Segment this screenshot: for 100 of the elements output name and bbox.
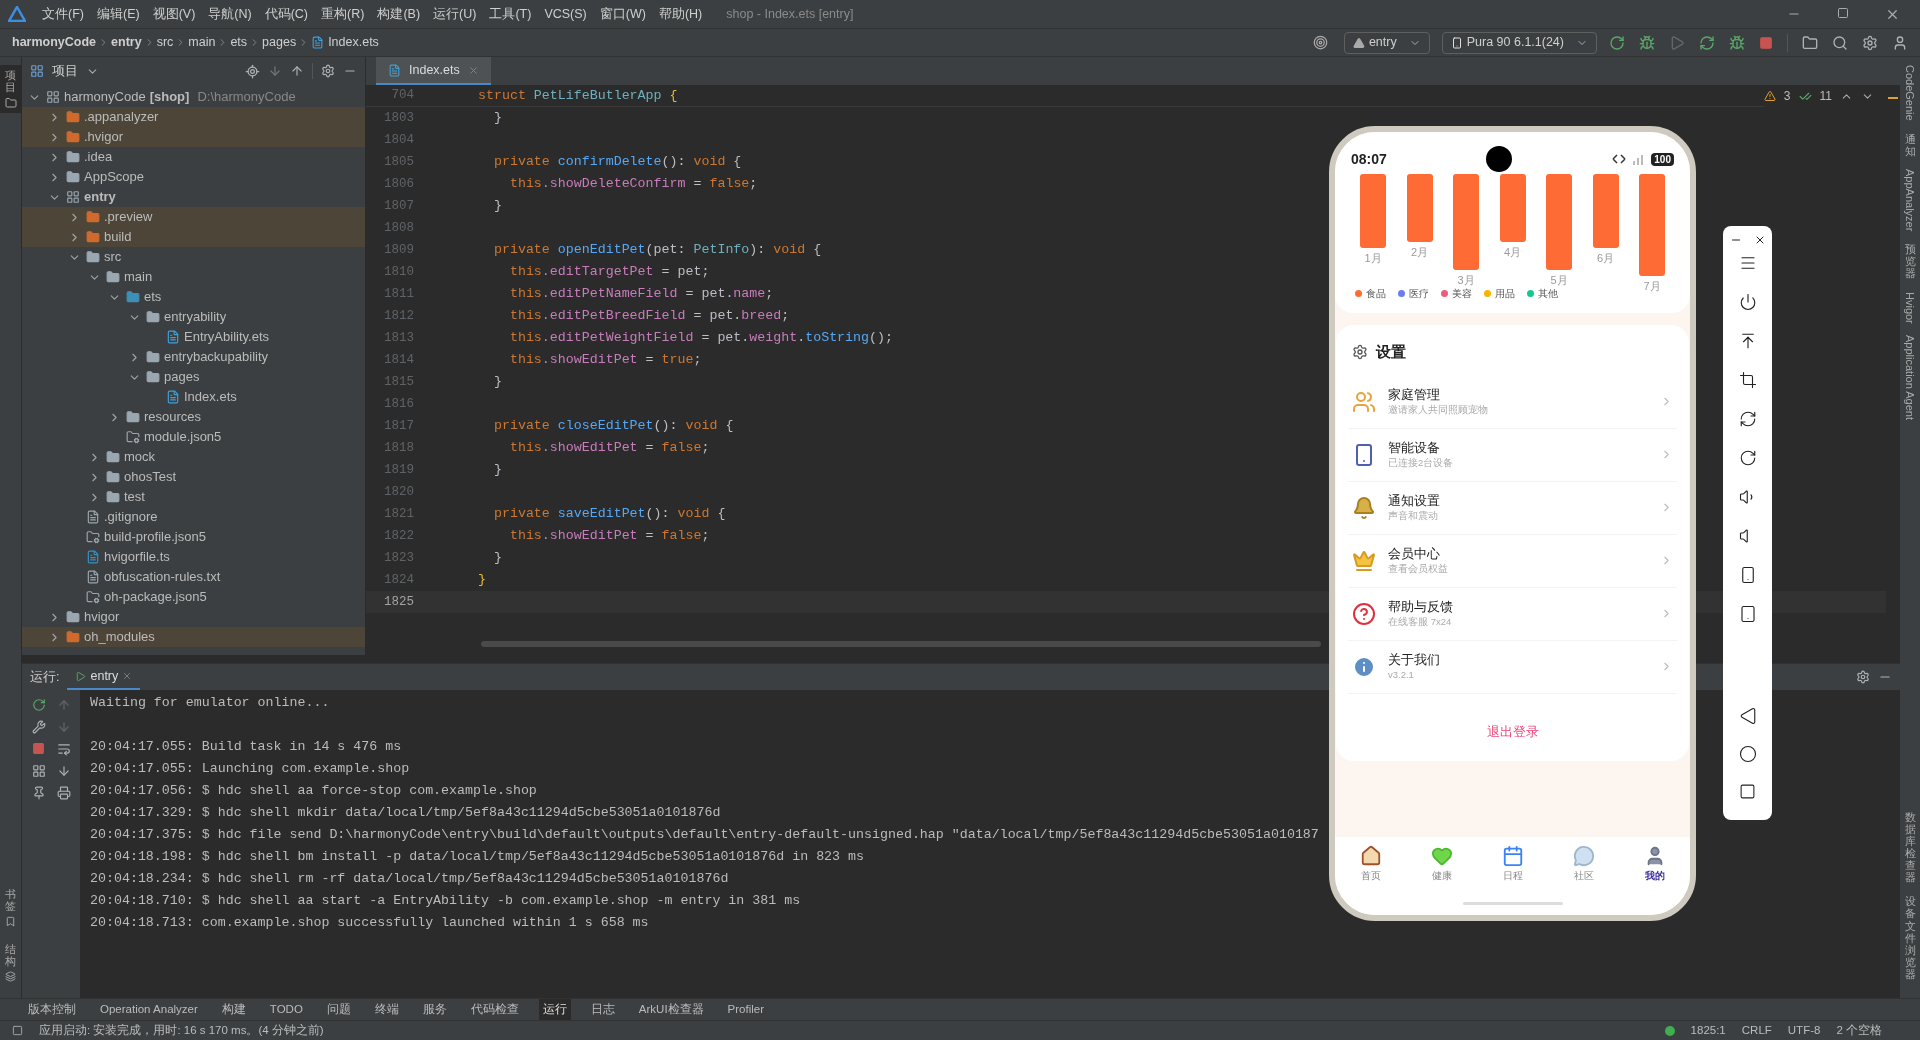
menu-item[interactable]: 构建(B) — [377, 4, 421, 24]
tree-item[interactable]: entrybackupability — [22, 347, 365, 367]
rotate-icon[interactable] — [1738, 449, 1757, 467]
settings-item[interactable]: 会员中心 查看会员权益 — [1348, 534, 1677, 588]
target-icon[interactable] — [1312, 35, 1328, 50]
nav-tab[interactable]: 首页 — [1359, 844, 1382, 883]
panel-toggle-icon[interactable] — [12, 1025, 23, 1036]
menu-item[interactable]: 帮助(H) — [658, 4, 703, 24]
pin-icon[interactable] — [31, 786, 46, 800]
menu-item[interactable]: 重构(R) — [321, 4, 365, 24]
warning-icon[interactable] — [1763, 90, 1776, 102]
breadcrumb-item[interactable]: Index.ets — [311, 33, 379, 52]
tool-tab[interactable]: ArkUI检查器 — [634, 999, 708, 1020]
settings-item[interactable]: 帮助与反馈 在线客服 7x24 — [1348, 587, 1677, 641]
menu-item[interactable]: 窗口(W) — [599, 4, 646, 24]
line-ending[interactable]: CRLF — [1741, 1021, 1772, 1040]
warning-marker[interactable] — [1888, 97, 1898, 99]
nav-tab[interactable]: 社区 — [1572, 844, 1595, 883]
tool-window-tab[interactable]: CodeGenie — [1901, 65, 1919, 121]
tree-item[interactable]: .hvigor — [22, 127, 365, 147]
tool-tab[interactable]: Profiler — [723, 999, 768, 1020]
menu-item[interactable]: 工具(T) — [489, 4, 532, 24]
stop-icon[interactable] — [32, 742, 45, 755]
logout-button[interactable]: 退出登录 — [1486, 721, 1539, 741]
menu-icon[interactable] — [1738, 254, 1757, 272]
tree-item[interactable]: EntryAbility.ets — [22, 327, 365, 347]
expand-all-icon[interactable] — [268, 64, 282, 78]
rotate-icon[interactable] — [1738, 410, 1757, 428]
menu-item[interactable]: 文件(F) — [42, 4, 84, 24]
cursor-position[interactable]: 1825:1 — [1690, 1021, 1726, 1040]
settings-icon[interactable] — [1862, 34, 1878, 51]
wrench-icon[interactable] — [31, 720, 46, 734]
stop-icon[interactable] — [1759, 35, 1773, 50]
tree-item[interactable]: .gitignore — [22, 507, 365, 527]
settings-item[interactable]: 关于我们 v3.2.1 — [1348, 640, 1677, 694]
settings-icon[interactable] — [321, 64, 335, 78]
tool-window-tab[interactable]: Hvigor — [1901, 291, 1919, 324]
device-dropdown[interactable]: Pura 90 6.1.1(24) — [1441, 31, 1597, 54]
scroll-end-icon[interactable] — [56, 764, 71, 778]
tree-item[interactable]: module.json5 — [22, 427, 365, 447]
panel-title[interactable]: 项目 — [52, 61, 78, 81]
tool-window-tab[interactable]: 设备文件浏览器 — [1904, 895, 1916, 980]
breadcrumb-item[interactable]: main — [188, 33, 216, 52]
tool-tab[interactable]: 书签 — [5, 887, 16, 912]
tool-window-tab[interactable]: Application Agent — [1901, 335, 1919, 421]
tool-tab[interactable]: 问题 — [322, 999, 355, 1020]
editor-tab[interactable]: Index.ets — [376, 57, 491, 85]
rerun-icon[interactable] — [31, 698, 46, 712]
settings-item[interactable]: 通知设置 声音和震动 — [1348, 481, 1677, 535]
tree-item[interactable]: ohosTest — [22, 467, 365, 487]
tree-item[interactable]: mock — [22, 447, 365, 467]
tree-item[interactable]: hvigorfile.ts — [22, 547, 365, 567]
tree-item[interactable]: resources — [22, 407, 365, 427]
tree-item[interactable]: ets — [22, 287, 365, 307]
locate-icon[interactable] — [245, 63, 260, 79]
recents-icon[interactable] — [1739, 783, 1756, 800]
power-icon[interactable] — [1738, 293, 1757, 311]
tool-tab[interactable]: 终端 — [370, 999, 403, 1020]
menu-item[interactable]: 导航(N) — [208, 4, 252, 24]
home-icon[interactable] — [1738, 745, 1757, 763]
tree-item[interactable]: pages — [22, 367, 365, 387]
restore-icon[interactable] — [1837, 6, 1849, 19]
tool-window-tab[interactable]: 预览器 — [1904, 243, 1916, 280]
module-dropdown[interactable]: entry — [1343, 31, 1430, 54]
user-icon[interactable] — [1892, 34, 1908, 51]
tree-item[interactable]: main — [22, 267, 365, 287]
nav-tab[interactable]: 日程 — [1501, 844, 1524, 883]
breadcrumb-item[interactable]: entry — [111, 33, 142, 52]
collapse-all-icon[interactable] — [290, 64, 304, 78]
rerun-icon[interactable] — [1609, 34, 1625, 51]
tree-item[interactable]: build-profile.json5 — [22, 527, 365, 547]
folder-icon[interactable] — [4, 97, 17, 110]
tool-window-tab[interactable]: 通知 — [1904, 132, 1916, 157]
menu-item[interactable]: 视图(V) — [152, 4, 196, 24]
tool-window-tab[interactable]: AppAnalyzer — [1901, 168, 1919, 232]
tree-item[interactable]: Index.ets — [22, 387, 365, 407]
folder-icon[interactable] — [1802, 34, 1818, 51]
tree-item[interactable]: hvigor — [22, 607, 365, 627]
settings-item[interactable]: 智能设备 已连接2台设备 — [1348, 428, 1677, 482]
close-tab-icon[interactable] — [467, 64, 479, 76]
tool-tab[interactable]: TODO — [265, 999, 307, 1020]
refresh-icon[interactable] — [1699, 34, 1715, 51]
devices-icon[interactable] — [1738, 605, 1757, 623]
breadcrumb-item[interactable]: harmonyCode — [12, 33, 97, 52]
menu-item[interactable]: 编辑(E) — [96, 4, 140, 24]
tree-item[interactable]: AppScope — [22, 167, 365, 187]
tree-item[interactable]: src — [22, 247, 365, 267]
nav-tab[interactable]: 我的 — [1643, 844, 1666, 883]
tree-item[interactable]: .idea — [22, 147, 365, 167]
tool-tab[interactable]: Operation Analyzer — [96, 999, 202, 1020]
tool-tab[interactable]: 日志 — [586, 999, 619, 1020]
tree-item[interactable]: oh_modules — [22, 627, 365, 647]
layout-icon[interactable] — [31, 764, 46, 778]
structure-icon[interactable] — [5, 971, 16, 982]
bookmark-icon[interactable] — [5, 915, 16, 927]
horizontal-scrollbar[interactable] — [481, 641, 1321, 647]
menu-item[interactable]: 代码(C) — [264, 4, 309, 24]
menu-item[interactable]: 运行(U) — [433, 4, 477, 24]
settings-icon[interactable] — [1856, 670, 1870, 684]
tree-item[interactable]: entryability — [22, 307, 365, 327]
